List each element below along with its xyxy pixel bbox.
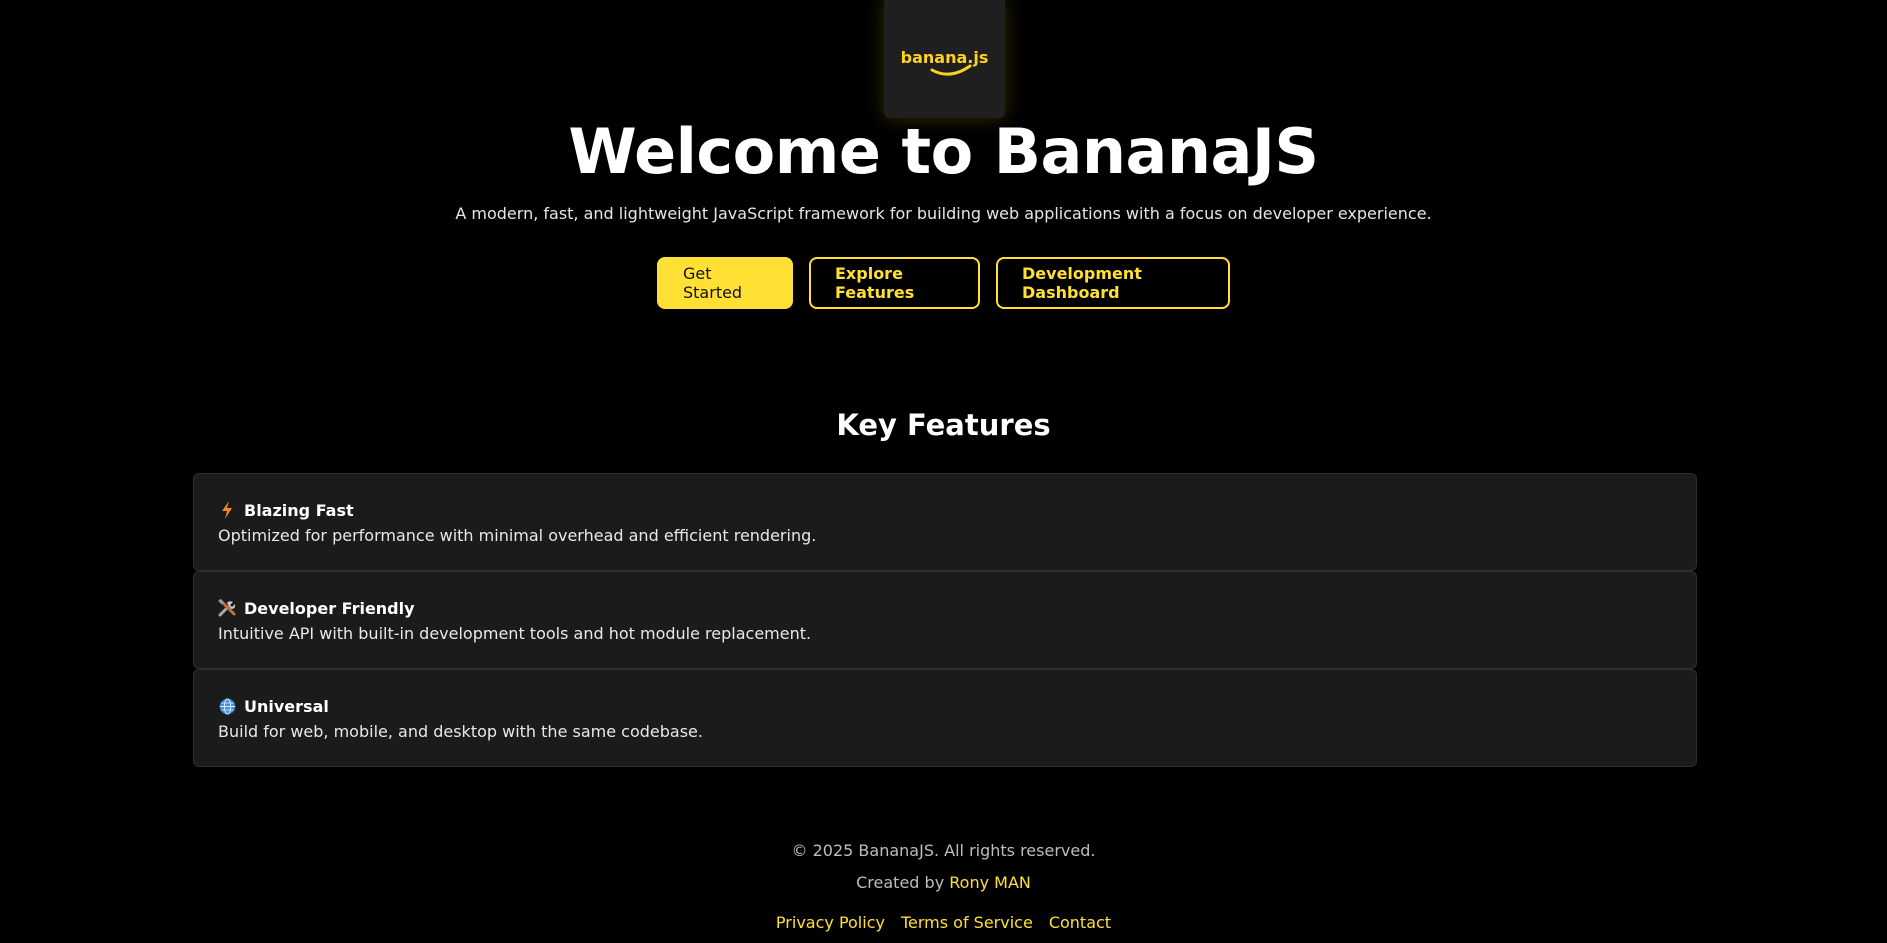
tools-icon	[218, 599, 236, 617]
lightning-icon	[218, 501, 236, 519]
footer-links: Privacy Policy Terms of Service Contact	[0, 912, 1887, 934]
feature-title: Universal	[244, 696, 329, 716]
feature-title: Blazing Fast	[244, 500, 354, 520]
feature-description: Build for web, mobile, and desktop with …	[218, 722, 703, 741]
created-by-label: Created by	[856, 873, 945, 892]
hero-title: Welcome to BananaJS	[568, 115, 1319, 188]
logo-smile-icon	[930, 64, 972, 76]
feature-card-universal: Universal Build for web, mobile, and des…	[193, 669, 1697, 767]
page: banana.js Welcome to BananaJS A modern, …	[0, 0, 1887, 943]
hero-actions: Get Started Explore Features Development…	[0, 257, 1887, 309]
footer-credit: Created by Rony MAN	[0, 872, 1887, 894]
feature-title: Developer Friendly	[244, 598, 415, 618]
explore-features-button[interactable]: Explore Features	[809, 257, 980, 309]
features-list: Blazing Fast Optimized for performance w…	[193, 473, 1697, 767]
logo[interactable]: banana.js	[884, 0, 1005, 118]
terms-of-service-link[interactable]: Terms of Service	[901, 912, 1033, 934]
feature-description: Intuitive API with built-in development …	[218, 624, 812, 643]
feature-description: Optimized for performance with minimal o…	[218, 526, 817, 545]
contact-link[interactable]: Contact	[1049, 912, 1111, 934]
feature-card-blazing-fast: Blazing Fast Optimized for performance w…	[193, 473, 1697, 571]
key-features-heading: Key Features	[836, 408, 1051, 442]
hero-subtitle: A modern, fast, and lightweight JavaScri…	[455, 204, 1432, 223]
get-started-button[interactable]: Get Started	[657, 257, 793, 309]
globe-icon	[218, 697, 236, 715]
privacy-policy-link[interactable]: Privacy Policy	[776, 912, 885, 934]
feature-card-developer-friendly: Developer Friendly Intuitive API with bu…	[193, 571, 1697, 669]
author-link[interactable]: Rony MAN	[949, 873, 1031, 892]
development-dashboard-button[interactable]: Development Dashboard	[996, 257, 1230, 309]
footer-copyright: © 2025 BananaJS. All rights reserved.	[791, 841, 1096, 860]
